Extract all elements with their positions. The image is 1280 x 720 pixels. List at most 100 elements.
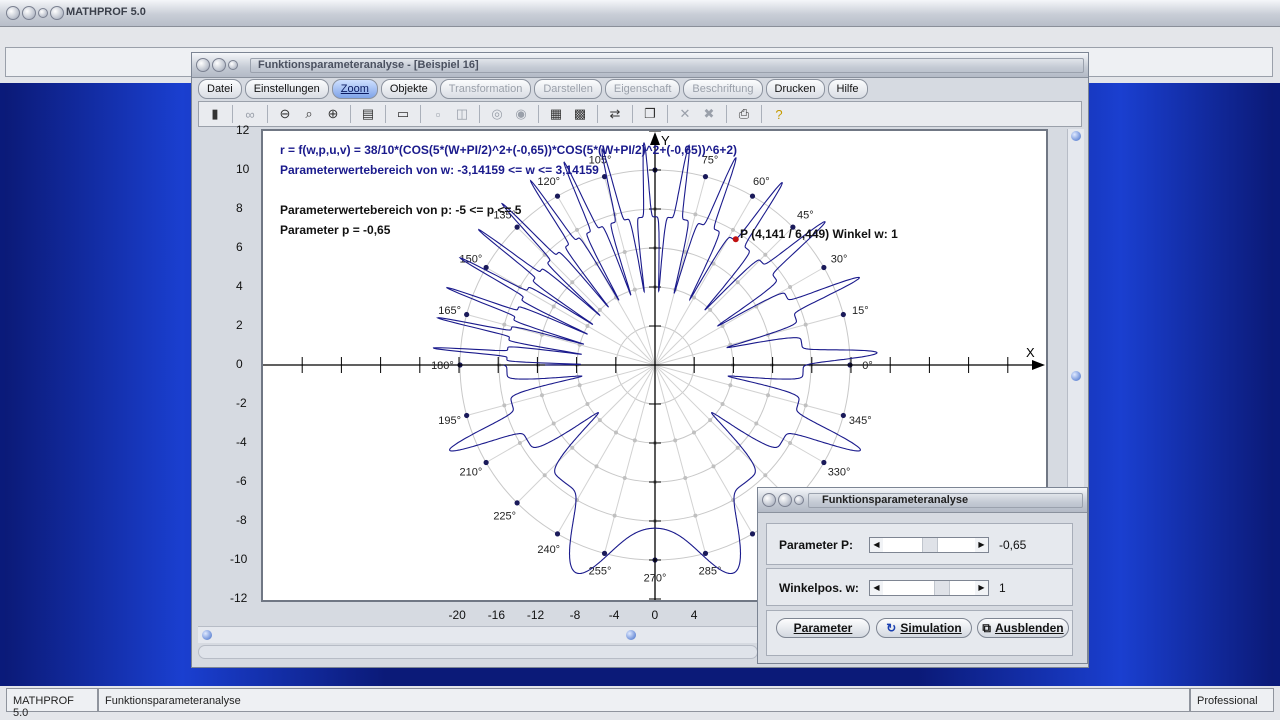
box-icon[interactable]: ▫ [428,104,448,124]
arrow-left-icon[interactable]: ◀ [870,581,883,595]
ausblenden-button-label: Ausblenden [994,621,1064,635]
restore-bubble-icon[interactable] [50,6,64,20]
menu-eigenschaft[interactable]: Eigenschaft [604,79,681,99]
maximize-bubble-icon[interactable] [38,8,48,18]
scroll-left-knob[interactable] [202,630,212,640]
grid-icon[interactable]: ▩ [570,104,590,124]
horizontal-scrollbar[interactable] [198,626,758,643]
param-slider[interactable]: ◀ ▶ [869,537,989,553]
polar-ring-marker [749,193,756,199]
scroll-thumb-vertical[interactable] [1071,371,1081,381]
close-bubble-icon[interactable] [6,6,20,20]
menu-drucken[interactable]: Drucken [765,79,825,99]
dialog-titlebar[interactable]: Funktionsparameteranalyse [758,488,1087,513]
cross-icon-2[interactable]: ✖ [699,104,719,124]
menu-objekte[interactable]: Objekte [380,79,437,99]
maximize-bubble-icon[interactable] [794,495,804,505]
x-tick-label: -16 [487,608,506,622]
polar-ring-marker [514,500,520,506]
menu-transformation[interactable]: Transformation [439,79,532,99]
param-slider-thumb[interactable] [922,538,938,552]
ausblenden-button[interactable]: ⧉ Ausblenden [977,618,1069,638]
polar-grid-dot [763,252,768,257]
circle-icon-2[interactable]: ◉ [511,104,531,124]
y-tick-label: 8 [236,201,243,215]
polar-grid-dot [585,324,590,328]
polar-ring-marker [840,412,846,419]
circle-icon[interactable]: ◎ [487,104,507,124]
arrow-right-icon[interactable]: ▶ [975,581,988,595]
angle-label: 240° [537,544,560,556]
polar-grid-dot [597,307,602,312]
y-tick-label: 2 [236,318,243,332]
box-icon-2[interactable]: ◫ [452,104,472,124]
export-icon[interactable]: ⇄ [605,104,625,124]
simulation-button[interactable]: ↻ Simulation [876,618,972,638]
angle-label: 225° [493,510,516,522]
maximize-bubble-icon[interactable] [228,60,238,70]
param-value: -0,65 [999,538,1027,552]
polar-grid-dot [720,402,725,406]
polar-ring-marker [840,311,846,318]
minimize-bubble-icon[interactable] [22,6,36,20]
polar-grid-dot [754,421,759,426]
menu-beschriftung[interactable]: Beschriftung [683,79,763,99]
window-icon[interactable]: ▭ [393,104,413,124]
winkel-label: Winkelpos. w: [779,581,859,595]
polar-grid-ray [466,314,656,366]
polar-ring-marker [554,193,561,199]
button-group: Parameter ↻ Simulation ⧉ Ausblenden [766,610,1073,656]
polar-grid-dot [692,430,696,435]
polar-grid-ray [654,226,794,366]
angle-label: 180° [431,360,454,372]
print-icon[interactable]: ⎙ [734,104,754,124]
window-titlebar[interactable]: Funktionsparameteranalyse - [Beispiel 16… [192,53,1088,78]
param-label: Parameter P: [779,538,854,552]
menu-einstellungen[interactable]: Einstellungen [244,79,329,99]
menu-hilfe[interactable]: Hilfe [827,79,868,99]
cross-icon[interactable]: ✕ [675,104,695,124]
angle-label: 45° [797,210,814,222]
polar-grid-dot [614,430,618,435]
minimize-bubble-icon[interactable] [778,493,792,507]
refresh-icon: ↻ [886,621,897,635]
scroll-up-knob[interactable] [1071,131,1081,141]
winkel-slider-thumb[interactable] [934,581,951,595]
parameter-button[interactable]: Parameter [776,618,870,638]
window-bottom-track [198,645,758,659]
polar-grid-ray [466,364,656,416]
winkel-slider[interactable]: ◀ ▶ [869,580,989,596]
zoom-icon[interactable]: ⌕ [299,104,319,124]
glasses-icon[interactable]: ∞ [240,104,260,124]
menu-darstellen[interactable]: Darstellen [534,79,602,99]
copy-icon[interactable]: ❐ [640,104,660,124]
menubar: Datei Einstellungen Zoom Objekte Transformat… [198,79,1082,99]
menu-zoom[interactable]: Zoom [331,79,378,99]
angle-label: 60° [753,176,770,188]
arrow-left-icon[interactable]: ◀ [870,538,883,552]
help-icon[interactable]: ? [769,104,789,124]
angle-label: 255° [589,565,612,577]
polar-grid-dot [502,403,507,408]
polar-grid-dot [612,513,617,518]
x-tick-label: -20 [448,608,466,622]
polar-grid-dot [788,285,793,289]
simulation-button-label: Simulation [900,621,962,635]
minimize-bubble-icon[interactable] [212,58,226,72]
param-group: Parameter P: ◀ ▶ -0,65 [766,523,1073,565]
formula-text: r = f(w,p,u,v) = 38/10*(COS(5*(W+PI/2)^2… [280,143,738,157]
window-controls[interactable] [6,6,64,20]
y-tick-label: 4 [236,279,243,293]
close-bubble-icon[interactable] [762,493,776,507]
arrow-right-icon[interactable]: ▶ [975,538,988,552]
menu-datei[interactable]: Datei [198,79,242,99]
zoom-out-icon[interactable]: ⊖ [275,104,295,124]
close-bubble-icon[interactable] [196,58,210,72]
zoom-in-icon[interactable]: ⊕ [323,104,343,124]
scroll-thumb-horizontal[interactable] [626,630,636,640]
table-icon[interactable]: ▦ [546,104,566,124]
properties-icon[interactable]: ▤ [358,104,378,124]
y-tick-label: 12 [236,123,250,137]
angle-label: 195° [438,415,461,427]
device-icon[interactable]: ▮ [205,104,225,124]
